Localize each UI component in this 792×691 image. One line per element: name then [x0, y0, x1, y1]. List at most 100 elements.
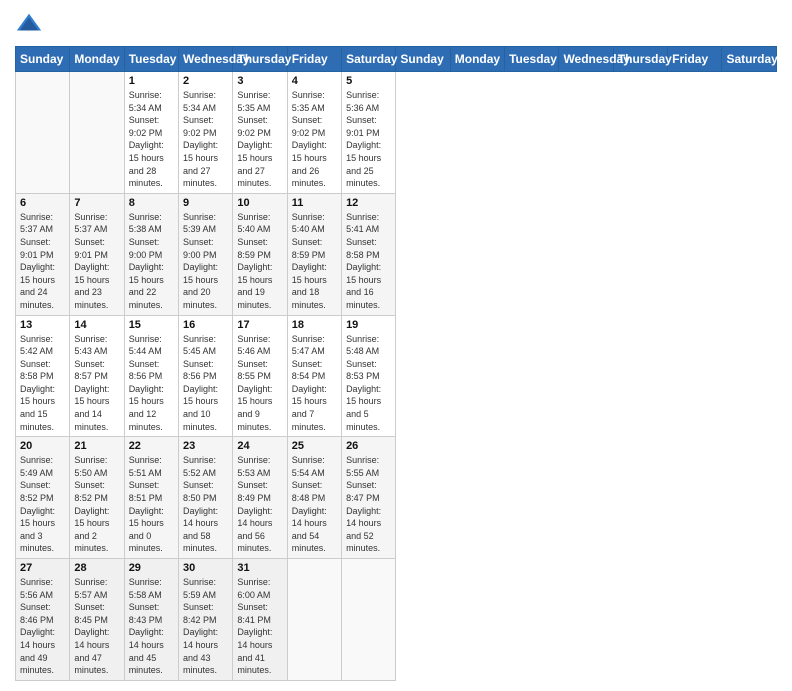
day-info: Sunrise: 5:40 AM Sunset: 8:59 PM Dayligh…	[237, 211, 282, 312]
day-number: 23	[183, 440, 228, 452]
calendar-day-5: 5Sunrise: 5:36 AM Sunset: 9:01 PM Daylig…	[342, 72, 396, 194]
day-info: Sunrise: 5:35 AM Sunset: 9:02 PM Dayligh…	[292, 89, 337, 190]
logo	[15, 10, 47, 38]
calendar-day-empty	[287, 559, 341, 681]
day-info: Sunrise: 5:49 AM Sunset: 8:52 PM Dayligh…	[20, 454, 65, 555]
day-number: 21	[74, 440, 119, 452]
day-number: 30	[183, 562, 228, 574]
calendar-day-2: 2 Sunrise: 5:34 AM Sunset: 9:02 PM Daylig…	[179, 72, 233, 194]
column-header-wednesday: Wednesday	[179, 47, 233, 72]
calendar-day-17: 17 Sunrise: 5:46 AM Sunset: 8:55 PM Dayli…	[233, 315, 287, 437]
calendar-day-empty	[16, 72, 70, 194]
column-header-friday: Friday	[668, 47, 722, 72]
day-number: 27	[20, 562, 65, 574]
calendar-table: SundayMondayTuesdayWednesdayThursdayFrid…	[15, 46, 777, 681]
calendar-day-8: 8 Sunrise: 5:38 AM Sunset: 9:00 PM Daylig…	[124, 193, 178, 315]
calendar-day-29: 29 Sunrise: 5:58 AM Sunset: 8:43 PM Dayli…	[124, 559, 178, 681]
day-info: Sunrise: 5:46 AM Sunset: 8:55 PM Dayligh…	[237, 333, 282, 434]
column-header-monday: Monday	[450, 47, 504, 72]
day-info: Sunrise: 5:54 AM Sunset: 8:48 PM Dayligh…	[292, 454, 337, 555]
column-header-monday: Monday	[70, 47, 124, 72]
column-header-saturday: Saturday	[722, 47, 777, 72]
column-header-wednesday: Wednesday	[559, 47, 613, 72]
day-number: 1	[129, 75, 174, 87]
calendar-day-3: 3 Sunrise: 5:35 AM Sunset: 9:02 PM Daylig…	[233, 72, 287, 194]
day-info: Sunrise: 5:34 AM Sunset: 9:02 PM Dayligh…	[129, 89, 174, 190]
day-info: Sunrise: 5:48 AM Sunset: 8:53 PM Dayligh…	[346, 333, 391, 434]
day-number: 9	[183, 197, 228, 209]
column-header-thursday: Thursday	[233, 47, 287, 72]
calendar-week-row: 1 Sunrise: 5:34 AM Sunset: 9:02 PM Daylig…	[16, 72, 777, 194]
calendar-week-row: 13Sunrise: 5:42 AM Sunset: 8:58 PM Dayli…	[16, 315, 777, 437]
calendar-week-row: 27Sunrise: 5:56 AM Sunset: 8:46 PM Dayli…	[16, 559, 777, 681]
day-number: 10	[237, 197, 282, 209]
calendar-day-1: 1 Sunrise: 5:34 AM Sunset: 9:02 PM Daylig…	[124, 72, 178, 194]
calendar-day-14: 14 Sunrise: 5:43 AM Sunset: 8:57 PM Dayli…	[70, 315, 124, 437]
calendar-header-row: SundayMondayTuesdayWednesdayThursdayFrid…	[16, 47, 777, 72]
day-number: 15	[129, 319, 174, 331]
day-number: 7	[74, 197, 119, 209]
column-header-friday: Friday	[287, 47, 341, 72]
calendar-day-13: 13Sunrise: 5:42 AM Sunset: 8:58 PM Dayli…	[16, 315, 70, 437]
header	[15, 10, 777, 38]
day-info: Sunrise: 5:34 AM Sunset: 9:02 PM Dayligh…	[183, 89, 228, 190]
calendar-day-18: 18 Sunrise: 5:47 AM Sunset: 8:54 PM Dayli…	[287, 315, 341, 437]
day-info: Sunrise: 5:44 AM Sunset: 8:56 PM Dayligh…	[129, 333, 174, 434]
calendar-week-row: 6Sunrise: 5:37 AM Sunset: 9:01 PM Daylig…	[16, 193, 777, 315]
column-header-saturday: Saturday	[342, 47, 396, 72]
day-number: 2	[183, 75, 228, 87]
column-header-thursday: Thursday	[613, 47, 667, 72]
day-number: 14	[74, 319, 119, 331]
day-number: 31	[237, 562, 282, 574]
calendar-day-11: 11 Sunrise: 5:40 AM Sunset: 8:59 PM Dayli…	[287, 193, 341, 315]
day-info: Sunrise: 5:35 AM Sunset: 9:02 PM Dayligh…	[237, 89, 282, 190]
day-number: 29	[129, 562, 174, 574]
day-number: 17	[237, 319, 282, 331]
day-info: Sunrise: 5:59 AM Sunset: 8:42 PM Dayligh…	[183, 576, 228, 677]
day-info: Sunrise: 5:36 AM Sunset: 9:01 PM Dayligh…	[346, 89, 391, 190]
calendar-day-28: 28Sunrise: 5:57 AM Sunset: 8:45 PM Dayli…	[70, 559, 124, 681]
day-number: 13	[20, 319, 65, 331]
column-header-tuesday: Tuesday	[505, 47, 559, 72]
page-container: SundayMondayTuesdayWednesdayThursdayFrid…	[0, 0, 792, 691]
day-info: Sunrise: 5:53 AM Sunset: 8:49 PM Dayligh…	[237, 454, 282, 555]
calendar-day-12: 12Sunrise: 5:41 AM Sunset: 8:58 PM Dayli…	[342, 193, 396, 315]
day-info: Sunrise: 5:47 AM Sunset: 8:54 PM Dayligh…	[292, 333, 337, 434]
day-number: 11	[292, 197, 337, 209]
day-info: Sunrise: 5:52 AM Sunset: 8:50 PM Dayligh…	[183, 454, 228, 555]
calendar-day-24: 24 Sunrise: 5:53 AM Sunset: 8:49 PM Dayli…	[233, 437, 287, 559]
calendar-day-21: 21 Sunrise: 5:50 AM Sunset: 8:52 PM Dayli…	[70, 437, 124, 559]
calendar-day-30: 30 Sunrise: 5:59 AM Sunset: 8:42 PM Dayli…	[179, 559, 233, 681]
calendar-day-16: 16Sunrise: 5:45 AM Sunset: 8:56 PM Dayli…	[179, 315, 233, 437]
calendar-day-7: 7 Sunrise: 5:37 AM Sunset: 9:01 PM Daylig…	[70, 193, 124, 315]
day-number: 20	[20, 440, 65, 452]
day-info: Sunrise: 5:37 AM Sunset: 9:01 PM Dayligh…	[74, 211, 119, 312]
day-info: Sunrise: 5:41 AM Sunset: 8:58 PM Dayligh…	[346, 211, 391, 312]
day-info: Sunrise: 5:38 AM Sunset: 9:00 PM Dayligh…	[129, 211, 174, 312]
day-info: Sunrise: 5:50 AM Sunset: 8:52 PM Dayligh…	[74, 454, 119, 555]
day-info: Sunrise: 5:43 AM Sunset: 8:57 PM Dayligh…	[74, 333, 119, 434]
day-number: 19	[346, 319, 391, 331]
day-info: Sunrise: 6:00 AM Sunset: 8:41 PM Dayligh…	[237, 576, 282, 677]
day-number: 18	[292, 319, 337, 331]
day-number: 24	[237, 440, 282, 452]
calendar-day-27: 27Sunrise: 5:56 AM Sunset: 8:46 PM Dayli…	[16, 559, 70, 681]
calendar-day-31: 31 Sunrise: 6:00 AM Sunset: 8:41 PM Dayli…	[233, 559, 287, 681]
day-info: Sunrise: 5:40 AM Sunset: 8:59 PM Dayligh…	[292, 211, 337, 312]
calendar-day-empty	[342, 559, 396, 681]
day-info: Sunrise: 5:55 AM Sunset: 8:47 PM Dayligh…	[346, 454, 391, 555]
day-number: 22	[129, 440, 174, 452]
day-info: Sunrise: 5:45 AM Sunset: 8:56 PM Dayligh…	[183, 333, 228, 434]
day-number: 3	[237, 75, 282, 87]
calendar-day-25: 25Sunrise: 5:54 AM Sunset: 8:48 PM Dayli…	[287, 437, 341, 559]
day-info: Sunrise: 5:37 AM Sunset: 9:01 PM Dayligh…	[20, 211, 65, 312]
calendar-day-10: 10 Sunrise: 5:40 AM Sunset: 8:59 PM Dayli…	[233, 193, 287, 315]
calendar-day-15: 15 Sunrise: 5:44 AM Sunset: 8:56 PM Dayli…	[124, 315, 178, 437]
day-number: 8	[129, 197, 174, 209]
day-number: 4	[292, 75, 337, 87]
day-info: Sunrise: 5:58 AM Sunset: 8:43 PM Dayligh…	[129, 576, 174, 677]
calendar-day-20: 20 Sunrise: 5:49 AM Sunset: 8:52 PM Dayli…	[16, 437, 70, 559]
column-header-tuesday: Tuesday	[124, 47, 178, 72]
day-info: Sunrise: 5:57 AM Sunset: 8:45 PM Dayligh…	[74, 576, 119, 677]
calendar-day-9: 9Sunrise: 5:39 AM Sunset: 9:00 PM Daylig…	[179, 193, 233, 315]
